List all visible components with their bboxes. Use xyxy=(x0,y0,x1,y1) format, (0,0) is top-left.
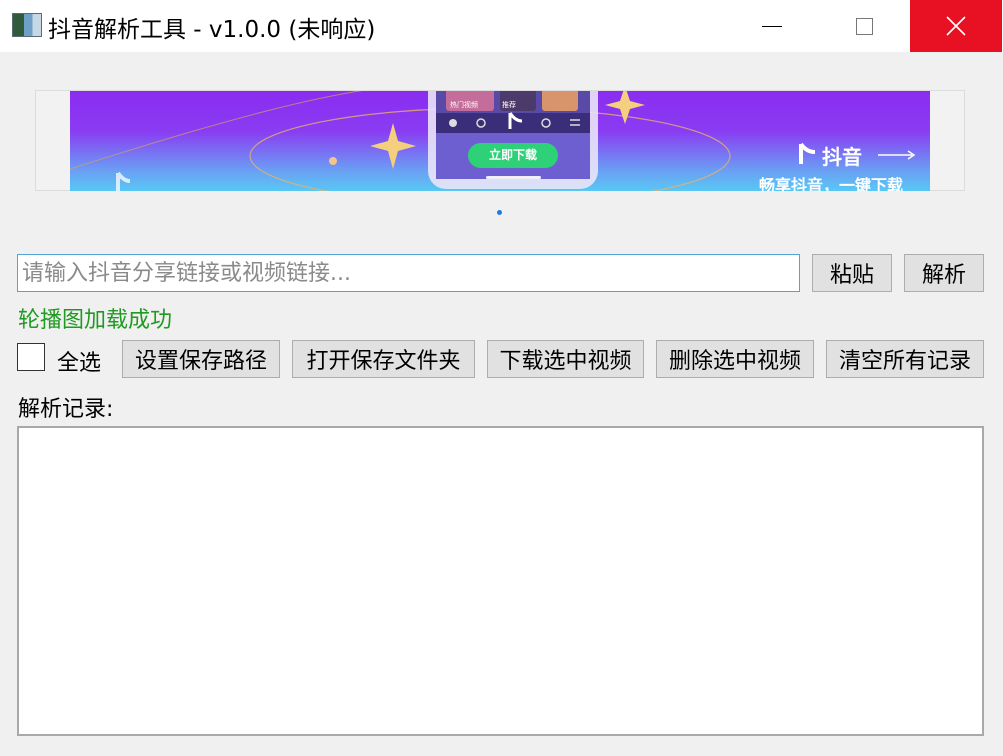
maximize-button[interactable] xyxy=(818,0,910,52)
delete-selected-button[interactable]: 删除选中视频 xyxy=(656,340,814,378)
close-icon xyxy=(946,16,966,36)
banner-phone-tab: 热门视频 xyxy=(450,101,478,109)
banner-phone-tabs: 热门视频 推荐 xyxy=(450,100,590,110)
select-all-checkbox[interactable] xyxy=(17,343,45,371)
select-all-label[interactable]: 全选 xyxy=(57,345,101,377)
records-label: 解析记录: xyxy=(18,397,114,422)
parse-button[interactable]: 解析 xyxy=(904,254,984,292)
clear-all-records-button[interactable]: 清空所有记录 xyxy=(826,340,984,378)
paste-button[interactable]: 粘贴 xyxy=(812,254,892,292)
maximize-icon xyxy=(855,17,873,35)
banner-phone-tab: 推荐 xyxy=(502,101,516,109)
status-text: 轮播图加载成功 xyxy=(18,308,173,333)
banner-slogan: 畅享抖音，一键下载 xyxy=(759,176,904,191)
set-save-path-button[interactable]: 设置保存路径 xyxy=(122,340,280,378)
app-icon xyxy=(12,13,42,37)
minimize-icon xyxy=(762,25,782,27)
banner-brand: 抖音 xyxy=(822,145,862,169)
records-list[interactable] xyxy=(17,426,984,736)
download-selected-button[interactable]: 下载选中视频 xyxy=(487,340,644,378)
banner-download-button: 立即下载 xyxy=(488,148,537,162)
open-save-folder-button[interactable]: 打开保存文件夹 xyxy=(292,340,475,378)
minimize-button[interactable] xyxy=(726,0,818,52)
title-bar: 抖音解析工具 - v1.0.0 (未响应) xyxy=(0,0,1003,52)
banner-image[interactable]: 热门视频 推荐 立即下载 抖音 畅享抖音，一键下载 xyxy=(70,91,930,191)
link-input[interactable] xyxy=(17,254,800,292)
window-title: 抖音解析工具 - v1.0.0 (未响应) xyxy=(48,17,376,43)
close-button[interactable] xyxy=(910,0,1002,52)
carousel-pager-dot[interactable] xyxy=(497,210,502,215)
